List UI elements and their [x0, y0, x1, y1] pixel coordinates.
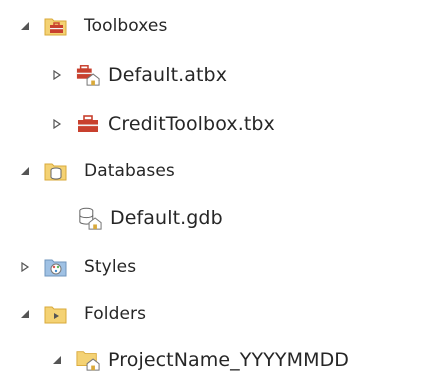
- expanded-triangle-icon[interactable]: [18, 19, 32, 33]
- tree-node-styles[interactable]: Styles: [0, 249, 136, 285]
- toolbox-icon: [76, 112, 100, 136]
- default-toolbox-icon: [76, 63, 100, 87]
- tree-node-credittoolbox-tbx[interactable]: CreditToolbox.tbx: [0, 106, 275, 142]
- database-folder-icon: [44, 159, 68, 183]
- catalog-tree: Toolboxes Default.atbx CreditToolbox.tbx…: [0, 0, 422, 381]
- tree-node-label: Styles: [84, 257, 137, 277]
- expanded-triangle-icon[interactable]: [18, 164, 32, 178]
- tree-node-folders[interactable]: Folders: [0, 296, 146, 332]
- tree-node-label: Default.gdb: [110, 207, 223, 229]
- tree-node-databases[interactable]: Databases: [0, 153, 175, 189]
- default-geodatabase-icon: [78, 206, 102, 230]
- tree-node-label: Folders: [84, 304, 147, 324]
- tree-node-label: Default.atbx: [108, 64, 228, 86]
- home-folder-icon: [76, 348, 100, 372]
- toolbox-folder-icon: [44, 14, 68, 38]
- tree-node-label: Databases: [84, 161, 175, 181]
- tree-node-default-gdb[interactable]: Default.gdb: [0, 200, 223, 236]
- tree-node-default-atbx[interactable]: Default.atbx: [0, 57, 227, 93]
- tree-node-toolboxes[interactable]: Toolboxes: [0, 8, 167, 44]
- styles-folder-icon: [44, 255, 68, 279]
- tree-node-label: Toolboxes: [84, 16, 168, 36]
- expanded-triangle-icon[interactable]: [18, 307, 32, 321]
- collapsed-triangle-icon[interactable]: [50, 117, 64, 131]
- tree-node-label: ProjectName_YYYYMMDD: [108, 349, 350, 371]
- folders-icon: [44, 302, 68, 326]
- collapsed-triangle-icon[interactable]: [50, 68, 64, 82]
- tree-node-project-folder[interactable]: ProjectName_YYYYMMDD: [0, 342, 349, 378]
- tree-node-label: CreditToolbox.tbx: [108, 113, 275, 135]
- expanded-triangle-icon[interactable]: [50, 353, 64, 367]
- collapsed-triangle-icon[interactable]: [18, 260, 32, 274]
